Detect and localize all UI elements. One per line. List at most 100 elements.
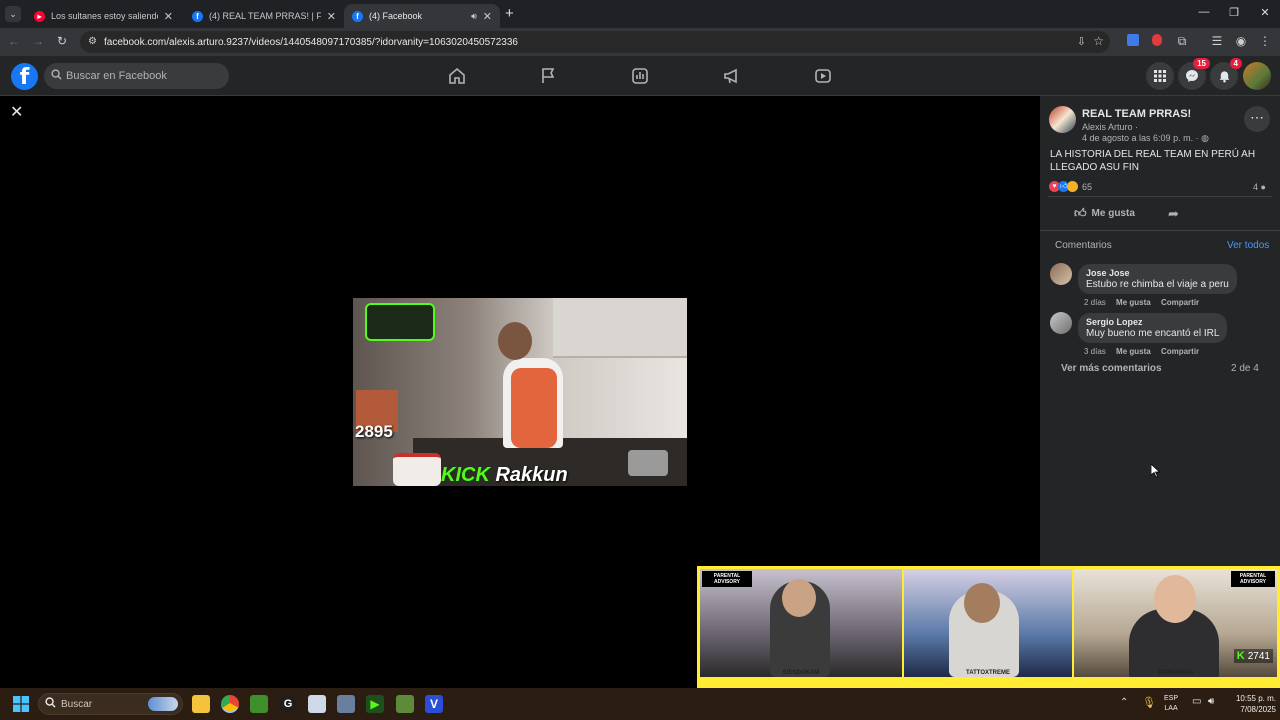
v-app-icon[interactable]: V <box>425 695 443 713</box>
group-avatar[interactable] <box>1049 106 1076 133</box>
minecraft-icon[interactable] <box>250 695 268 713</box>
post-date[interactable]: 4 de agosto a las 6:09 p. m. · ◍ <box>1082 133 1209 144</box>
calculator-icon[interactable] <box>337 695 355 713</box>
share-button[interactable]: ➦ <box>1168 206 1179 222</box>
close-tab-icon[interactable]: ✕ <box>164 10 173 23</box>
mouse-cursor-icon <box>1151 464 1160 478</box>
notifications-button[interactable]: 4 <box>1210 58 1242 90</box>
search-placeholder: Buscar en Facebook <box>66 70 167 82</box>
site-info-icon[interactable]: ⚙ <box>88 36 97 47</box>
tab-search-button[interactable]: ⌄ <box>5 6 21 22</box>
browser-toolbar: ← → ↻ ⚙ facebook.com/alexis.arturo.9237/… <box>0 28 1280 56</box>
restore-icon[interactable]: ❐ <box>1224 6 1244 19</box>
tab-title: Los sultanes estoy saliendo con <box>51 11 158 21</box>
forward-icon[interactable]: → <box>30 34 46 48</box>
comment-time[interactable]: 3 días <box>1084 347 1106 356</box>
author-link[interactable]: Alexis Arturo <box>1082 122 1133 132</box>
file-explorer-icon[interactable] <box>192 695 210 713</box>
cam-label: SIENDOKAM <box>782 670 820 676</box>
comment-share-link[interactable]: Compartir <box>1161 298 1199 307</box>
facebook-search-input[interactable]: Buscar en Facebook <box>44 63 229 89</box>
streamer-2-head <box>964 583 1000 623</box>
taskbar-search-placeholder: Buscar <box>61 698 93 710</box>
pages-flag-icon[interactable] <box>538 66 558 86</box>
comment-bubble: Jose Jose Estubo re chimba el viaje a pe… <box>1078 264 1237 294</box>
browser-tab-facebook[interactable]: f (4) Facebook 🔊︎ ✕ <box>344 4 500 28</box>
post-options-button[interactable]: ⋯ <box>1244 106 1270 132</box>
facebook-logo-icon[interactable]: f <box>11 63 38 90</box>
account-avatar[interactable] <box>1243 62 1271 90</box>
notepad-app-icon[interactable] <box>308 695 326 713</box>
comment-bubble-icon: ● <box>1260 182 1266 192</box>
media-player-icon[interactable]: ▶ <box>366 695 384 713</box>
bookmark-star-icon[interactable]: ☆ <box>1093 34 1104 48</box>
see-all-comments-link[interactable]: Ver todos <box>1227 240 1269 251</box>
insights-chart-icon[interactable] <box>630 66 650 86</box>
extensions-puzzle-icon[interactable]: ⧉ <box>1174 34 1190 49</box>
red-extension-icon[interactable] <box>1149 34 1165 49</box>
clock-time: 10:55 p. m. <box>1235 694 1276 703</box>
like-button[interactable]: 👍︎ Me gusta <box>1074 206 1135 221</box>
tab-title: (4) REAL TEAM PRRAS! | Facebo <box>209 11 321 21</box>
reload-icon[interactable]: ↻ <box>54 34 70 48</box>
donation-counter: 2895 <box>355 422 393 441</box>
install-app-icon[interactable]: ⇩ <box>1077 35 1086 48</box>
video-person-apron <box>511 368 557 448</box>
new-tab-button[interactable]: + <box>505 5 514 22</box>
commenter-name[interactable]: Sergio Lopez <box>1086 317 1219 327</box>
messenger-button[interactable]: 15 <box>1178 58 1210 90</box>
minimize-icon[interactable]: — <box>1194 6 1214 18</box>
comment-share-link[interactable]: Compartir <box>1161 347 1199 356</box>
close-window-icon[interactable]: ✕ <box>1255 6 1275 19</box>
donation-alert-box <box>365 303 435 341</box>
streamer-3-head <box>1154 575 1196 623</box>
comment-text: Estubo re chimba el viaje a peru <box>1086 279 1229 290</box>
microphone-icon[interactable]: 🎙︎ <box>1142 696 1156 709</box>
browser-tab-real-team[interactable]: f (4) REAL TEAM PRRAS! | Facebo ✕ <box>184 4 344 28</box>
commenter-avatar[interactable] <box>1050 312 1072 334</box>
video-play-icon[interactable] <box>813 66 833 86</box>
tab-list-icon[interactable]: ☰ <box>1209 34 1225 48</box>
more-comments-link[interactable]: Ver más comentarios <box>1061 363 1162 374</box>
profile-icon[interactable]: ◉ <box>1233 34 1249 48</box>
translate-extension-icon[interactable] <box>1125 34 1141 49</box>
group-name-link[interactable]: REAL TEAM PRRAS! <box>1082 108 1191 120</box>
url-text: facebook.com/alexis.arturo.9237/videos/1… <box>104 36 518 48</box>
haha-reaction-icon <box>1067 181 1078 192</box>
comment-time[interactable]: 2 días <box>1084 298 1106 307</box>
volume-icon[interactable]: 🔊︎ <box>1208 696 1214 707</box>
browser-tab-youtube[interactable]: ▸ Los sultanes estoy saliendo con ✕ <box>26 4 181 28</box>
address-bar[interactable]: ⚙ facebook.com/alexis.arturo.9237/videos… <box>80 31 1110 53</box>
comment-like-link[interactable]: Me gusta <box>1116 347 1151 356</box>
close-tab-icon[interactable]: ✕ <box>483 10 492 23</box>
author-separator: · <box>1135 122 1139 132</box>
clock[interactable]: 10:55 p. m. 7/08/2025 <box>1226 693 1276 715</box>
commenter-avatar[interactable] <box>1050 263 1072 285</box>
home-icon[interactable] <box>447 66 467 86</box>
back-icon[interactable]: ← <box>6 34 22 48</box>
comment-like-link[interactable]: Me gusta <box>1116 298 1151 307</box>
game-launcher-icon[interactable] <box>396 695 414 713</box>
comment-count[interactable]: 4 ● <box>1253 182 1266 192</box>
network-icon[interactable]: ▭ <box>1192 696 1201 707</box>
g-app-icon[interactable]: G <box>279 695 297 713</box>
ad-center-megaphone-icon[interactable] <box>722 66 742 86</box>
facebook-header: f Buscar en Facebook 15 4 <box>0 56 1280 96</box>
share-arrow-icon: ➦ <box>1168 206 1179 221</box>
windows-start-icon[interactable] <box>13 696 29 712</box>
video-bucket <box>393 453 441 486</box>
tray-overflow-icon[interactable]: ⌃ <box>1120 697 1128 708</box>
chrome-icon[interactable] <box>221 695 239 713</box>
commenter-name[interactable]: Jose Jose <box>1086 268 1229 278</box>
language-indicator[interactable]: ESP LAA <box>1164 694 1178 714</box>
video-player[interactable]: 2895 KICK Rakkun <box>353 298 687 486</box>
kick-logo-icon: K <box>1236 650 1245 662</box>
reactions-summary[interactable]: ♥ 👍︎ 65 <box>1049 181 1092 192</box>
menu-kebab-icon[interactable]: ⋮ <box>1257 34 1273 48</box>
taskbar-search-input[interactable]: Buscar <box>38 693 183 715</box>
close-tab-icon[interactable]: ✕ <box>327 10 336 23</box>
tab-audio-icon[interactable]: 🔊︎ <box>471 11 477 22</box>
menu-grid-button[interactable] <box>1146 62 1174 90</box>
close-viewer-icon[interactable]: ✕ <box>10 102 23 122</box>
facebook-icon: f <box>192 10 203 22</box>
